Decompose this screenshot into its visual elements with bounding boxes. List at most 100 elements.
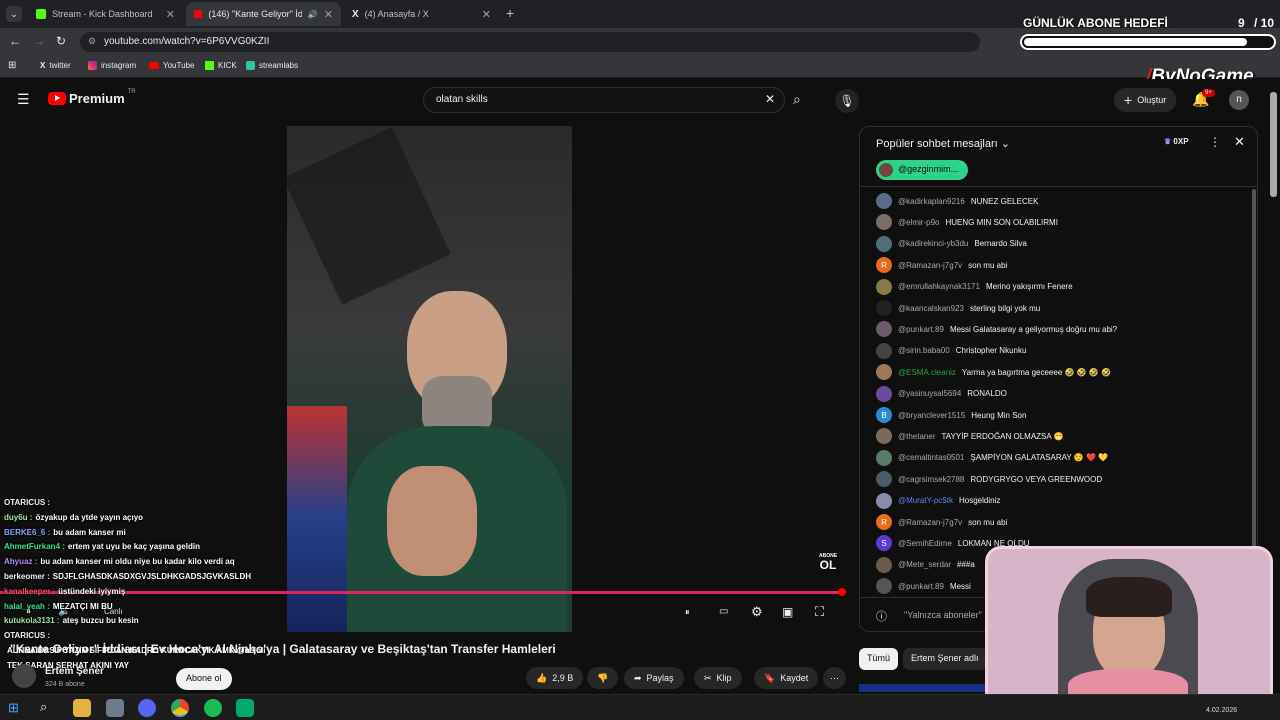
chat-author-avatar[interactable] <box>876 471 892 488</box>
bookmark-youtube[interactable]: YouTube <box>149 61 194 70</box>
settings-gear-icon[interactable]: ⚙ <box>751 604 763 620</box>
dislike-button[interactable]: 👎 <box>587 667 619 689</box>
menu-icon[interactable]: ☰ <box>17 91 30 108</box>
chat-author[interactable]: @punkart.89 <box>898 582 944 591</box>
back-icon[interactable]: ← <box>9 34 21 48</box>
related-video-thumbnail[interactable] <box>859 684 989 692</box>
chat-author[interactable]: @bryanclever1515 <box>898 411 965 420</box>
chat-author-avatar[interactable] <box>876 321 892 338</box>
clip-button[interactable]: ✂ Klip <box>694 667 742 689</box>
progress-scrubber[interactable] <box>838 588 846 596</box>
like-button[interactable]: 👍 2,9 B <box>526 667 584 689</box>
chat-author-avatar[interactable] <box>876 300 892 316</box>
bookmark-twitter[interactable]: Xtwitter <box>40 61 71 70</box>
chat-author[interactable]: @emrullahkaynak3171 <box>898 282 980 291</box>
chat-author[interactable]: @kadirkaplan9216 <box>898 197 965 206</box>
captions-icon[interactable]: ▭ <box>719 606 728 617</box>
taskbar-search-icon[interactable]: ⌕ <box>40 699 47 715</box>
tab-youtube-video[interactable]: (146) "Kante Geliyor" İddias 🔊 ✕ <box>186 2 341 26</box>
chat-author[interactable]: @kaancalskan923 <box>898 304 964 313</box>
chat-author[interactable]: @Ramazan-j7g7v <box>898 261 962 270</box>
chat-author[interactable]: @thetaner <box>898 432 935 441</box>
chat-author-avatar[interactable] <box>876 278 892 295</box>
reload-icon[interactable]: ↻ <box>56 34 66 48</box>
chat-author-avatar[interactable] <box>876 492 892 509</box>
chat-author-avatar[interactable]: R <box>876 514 892 530</box>
chat-author[interactable]: @kadirekinci-yb3du <box>898 239 968 248</box>
chrome-icon[interactable] <box>171 699 189 717</box>
voice-search-icon[interactable]: 🎙 <box>835 89 859 113</box>
chat-author[interactable]: @elmir-p9o <box>898 218 939 227</box>
chat-author-avatar[interactable]: S <box>876 535 892 552</box>
youtube-premium-logo[interactable]: Premium TR <box>48 89 136 106</box>
chat-mode-dropdown[interactable]: Popüler sohbet mesajları ⌄ <box>876 137 1010 150</box>
forward-icon[interactable]: → <box>33 34 45 48</box>
chat-author-avatar[interactable] <box>876 193 892 209</box>
search-input[interactable]: olatan skills ✕ <box>423 87 785 113</box>
chat-author-avatar[interactable] <box>876 449 892 466</box>
chat-author[interactable]: @punkart.89 <box>898 325 944 334</box>
chat-author-avatar[interactable] <box>876 428 892 445</box>
windows-start-icon[interactable]: ⊞ <box>8 700 19 716</box>
site-info-icon[interactable]: ⚙ <box>88 36 96 47</box>
chat-author[interactable]: @cemaltintas0501 <box>898 453 964 462</box>
chat-author-avatar[interactable] <box>876 214 892 231</box>
chat-author-avatar[interactable] <box>876 235 892 252</box>
channel-name[interactable]: Ertem Şener <box>45 666 104 677</box>
pinned-user-chip[interactable]: @gezginmim... <box>876 160 969 180</box>
close-tab-icon[interactable]: ✕ <box>166 8 175 21</box>
chat-author[interactable]: @ESMA.cleaniz <box>898 368 956 377</box>
speaker-icon[interactable]: 🔊 <box>308 10 318 19</box>
chat-scrollbar[interactable] <box>1252 189 1256 549</box>
url-field[interactable]: ⚙ youtube.com/watch?v=6P6VVG0KZII <box>80 32 980 52</box>
chat-author-avatar[interactable]: R <box>876 257 892 274</box>
close-tab-icon[interactable]: ✕ <box>324 8 333 21</box>
chat-author-avatar[interactable] <box>876 578 892 595</box>
chat-author[interactable]: @cagrsimsek2788 <box>898 475 964 484</box>
chat-menu-icon[interactable]: ⋮ <box>1209 135 1221 149</box>
chat-author-avatar[interactable] <box>876 364 892 381</box>
tab-search-icon[interactable]: ⌄ <box>6 6 22 22</box>
tab-x-home[interactable]: X (4) Anasayfa / X ✕ <box>344 2 499 26</box>
discord-icon[interactable] <box>138 699 156 717</box>
filter-all-chip[interactable]: Tümü <box>859 648 899 670</box>
bookmark-kick[interactable]: KICK <box>205 61 237 70</box>
close-tab-icon[interactable]: ✕ <box>482 8 491 21</box>
chat-author[interactable]: @MuratY-pc5tk <box>898 496 953 505</box>
chat-author-avatar[interactable]: B <box>876 407 892 423</box>
chat-author-avatar[interactable] <box>876 385 892 402</box>
bookmark-instagram[interactable]: instagram <box>88 61 136 70</box>
autoplay-toggle-icon[interactable]: ⏸ <box>685 607 690 618</box>
create-button[interactable]: + Oluştur <box>1114 88 1177 112</box>
tab-kick-dashboard[interactable]: Stream - Kick Dashboard ✕ <box>28 2 183 26</box>
bookmark-streamlabs[interactable]: streamlabs <box>246 61 298 70</box>
search-icon[interactable]: ⌕ <box>793 91 801 108</box>
theater-mode-icon[interactable]: ▣ <box>782 605 793 619</box>
channel-points[interactable]: ♛ 0XP <box>1164 137 1189 146</box>
new-tab-icon[interactable]: + <box>506 5 514 21</box>
account-avatar[interactable]: n <box>1229 90 1249 110</box>
fullscreen-icon[interactable]: ⛶ <box>815 604 824 620</box>
video-progress-bar[interactable] <box>0 591 843 594</box>
app-icon[interactable] <box>106 699 124 717</box>
obs-icon[interactable] <box>236 699 254 717</box>
chat-author-avatar[interactable] <box>876 342 892 359</box>
apps-grid-icon[interactable]: ⊞ <box>8 60 16 71</box>
chat-author-avatar[interactable] <box>876 556 892 573</box>
chat-author[interactable]: @yasinuysal5694 <box>898 389 961 398</box>
page-scrollbar[interactable] <box>1270 92 1277 197</box>
clear-search-icon[interactable]: ✕ <box>765 92 775 106</box>
chat-author[interactable]: @sirin.baba00 <box>898 346 950 355</box>
channel-avatar[interactable] <box>12 664 36 688</box>
share-button[interactable]: ➦ Paylaş <box>624 667 684 689</box>
video-player[interactable] <box>287 126 572 632</box>
save-button[interactable]: 🔖 Kaydet <box>754 667 819 689</box>
chat-author[interactable]: @SemihEdirne <box>898 539 952 548</box>
file-explorer-icon[interactable] <box>73 699 91 717</box>
subscribe-watermark[interactable]: ABONE OL <box>815 553 841 577</box>
filter-channel-chip[interactable]: Ertem Şener adlı <box>903 648 987 670</box>
chat-author[interactable]: @Mete_serdar <box>898 560 951 569</box>
spotify-icon[interactable] <box>204 699 222 717</box>
chat-author[interactable]: @Ramazan-j7g7v <box>898 518 962 527</box>
more-actions-button[interactable]: ⋯ <box>823 667 846 689</box>
